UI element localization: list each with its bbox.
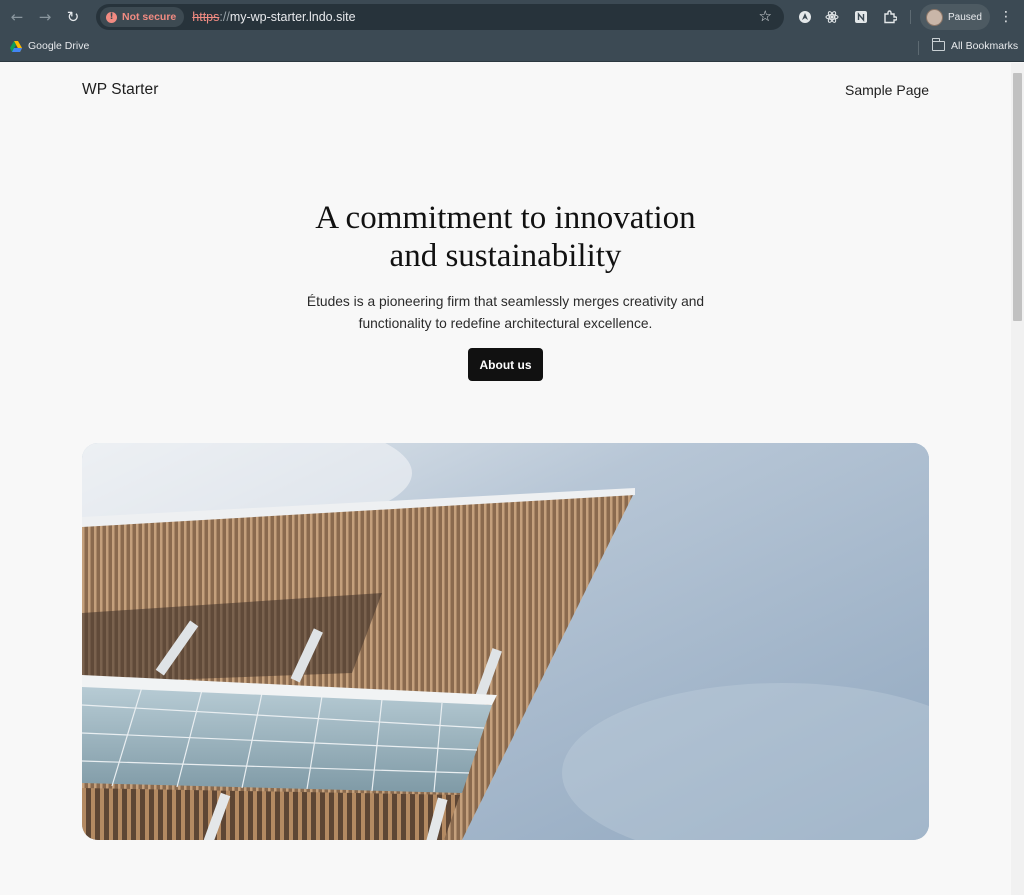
scrollbar-thumb[interactable] <box>1013 73 1022 321</box>
url-separator: :// <box>219 10 230 24</box>
browser-toolbar: ← → ↻ ! Not secure https://my-wp-starter… <box>0 0 1024 34</box>
all-bookmarks-label: All Bookmarks <box>951 40 1019 52</box>
hero-description-line-1: Études is a pioneering firm that seamles… <box>306 294 705 309</box>
bookmark-label: Google Drive <box>28 40 90 52</box>
url-text[interactable]: https://my-wp-starter.lndo.site <box>192 10 355 24</box>
page-viewport: WP Starter Sample Page A commitment to i… <box>0 63 1011 895</box>
notion-icon[interactable] <box>851 7 871 27</box>
warning-icon: ! <box>106 11 117 23</box>
avatar <box>926 8 943 26</box>
toolbar-divider <box>910 10 911 24</box>
url-host: my-wp-starter.lndo.site <box>229 10 356 24</box>
hero-description: Études is a pioneering firm that seamles… <box>260 291 751 335</box>
hero-description-line-2: functionality to redefine architectural … <box>358 316 653 331</box>
reload-icon[interactable]: ↻ <box>59 3 87 31</box>
bookmarks-divider <box>918 41 919 55</box>
google-drive-icon <box>10 40 22 52</box>
hero-image <box>82 443 929 840</box>
bookmark-star-icon[interactable]: ☆ <box>759 7 772 25</box>
puzzle-piece-icon[interactable] <box>880 7 900 27</box>
url-scheme: https <box>192 10 220 24</box>
react-devtools-icon[interactable] <box>822 7 842 27</box>
extension-a-icon[interactable] <box>795 7 815 27</box>
forward-arrow-icon[interactable]: → <box>31 3 59 31</box>
address-bar[interactable]: ! Not secure https://my-wp-starter.lndo.… <box>96 4 784 30</box>
hero-heading-line-1: A commitment to innovation <box>315 200 696 236</box>
back-arrow-icon[interactable]: ← <box>3 3 31 31</box>
nav-link-sample-page[interactable]: Sample Page <box>845 82 929 98</box>
bookmark-item[interactable]: Google Drive <box>10 40 89 52</box>
all-bookmarks-button[interactable]: All Bookmarks <box>931 38 1019 52</box>
profile-status: Paused <box>948 11 982 23</box>
security-label: Not secure <box>122 11 177 23</box>
more-menu-icon[interactable]: ⋮ <box>999 7 1013 27</box>
bookmarks-bar: Google Drive All Bookmarks <box>0 34 1024 62</box>
security-indicator[interactable]: ! Not secure <box>100 7 185 27</box>
building-photo <box>82 443 929 840</box>
hero-heading-line-2: and sustainability <box>389 238 622 274</box>
folder-icon <box>931 38 945 51</box>
about-us-button[interactable]: About us <box>468 348 543 381</box>
site-title[interactable]: WP Starter <box>82 81 159 99</box>
page-scrollbar[interactable] <box>1011 63 1024 895</box>
profile-button[interactable]: Paused <box>920 4 990 30</box>
hero-heading: A commitment to innovation and sustainab… <box>200 199 811 275</box>
